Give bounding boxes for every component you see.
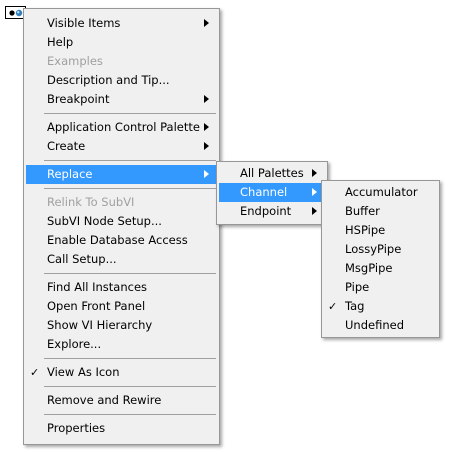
replace-submenu: All Palettes Channel Endpoint — [216, 161, 328, 225]
menu-item-properties[interactable]: Properties — [26, 419, 217, 438]
menu-separator — [44, 160, 216, 161]
menu-item-undefined[interactable]: Undefined — [324, 316, 437, 335]
menu-item-label: Endpoint — [240, 204, 292, 218]
menu-item-create[interactable]: Create — [26, 137, 217, 156]
menu-item-label: Relink To SubVI — [47, 195, 135, 209]
menu-item-breakpoint[interactable]: Breakpoint — [26, 90, 217, 109]
submenu-arrow-icon — [312, 188, 317, 196]
menu-separator — [44, 414, 216, 415]
menu-separator — [44, 113, 216, 114]
channel-submenu: Accumulator Buffer HSPipe LossyPipe MsgP… — [321, 180, 440, 338]
submenu-arrow-icon — [204, 170, 209, 178]
menu-item-call-setup[interactable]: Call Setup... — [26, 250, 217, 269]
menu-item-help[interactable]: Help — [26, 33, 217, 52]
menu-item-label: HSPipe — [345, 223, 386, 237]
menu-item-buffer[interactable]: Buffer — [324, 202, 437, 221]
menu-separator — [44, 358, 216, 359]
menu-item-pipe[interactable]: Pipe — [324, 278, 437, 297]
menu-item-label: Accumulator — [345, 185, 418, 199]
menu-item-label: Create — [47, 139, 86, 153]
menu-separator — [44, 273, 216, 274]
menu-item-view-as-icon[interactable]: ✓ View As Icon — [26, 363, 217, 382]
checkmark-icon: ✓ — [30, 366, 40, 379]
menu-item-accumulator[interactable]: Accumulator — [324, 183, 437, 202]
menu-item-label: Application Control Palette — [47, 120, 200, 134]
menu-item-open-front-panel[interactable]: Open Front Panel — [26, 297, 217, 316]
menu-item-label: Buffer — [345, 204, 380, 218]
menu-item-description-and-tip[interactable]: Description and Tip... — [26, 71, 217, 90]
menu-item-msgpipe[interactable]: MsgPipe — [324, 259, 437, 278]
menu-item-label: Call Setup... — [47, 252, 117, 266]
menu-item-label: Explore... — [47, 337, 102, 351]
menu-item-label: View As Icon — [47, 365, 120, 379]
menu-item-hspipe[interactable]: HSPipe — [324, 221, 437, 240]
menu-item-tag[interactable]: ✓ Tag — [324, 297, 437, 316]
menu-item-all-palettes[interactable]: All Palettes — [219, 164, 325, 183]
menu-item-show-vi-hierarchy[interactable]: Show VI Hierarchy — [26, 316, 217, 335]
submenu-arrow-icon — [312, 169, 317, 177]
menu-item-label: Examples — [47, 54, 103, 68]
menu-item-subvi-node-setup[interactable]: SubVI Node Setup... — [26, 212, 217, 231]
menu-item-relink-to-subvi: Relink To SubVI — [26, 193, 217, 212]
menu-item-visible-items[interactable]: Visible Items — [26, 14, 217, 33]
menu-item-label: Open Front Panel — [47, 299, 146, 313]
menu-item-remove-and-rewire[interactable]: Remove and Rewire — [26, 391, 217, 410]
menu-item-label: Channel — [240, 185, 288, 199]
menu-item-label: Enable Database Access — [47, 233, 188, 247]
menu-item-label: Remove and Rewire — [47, 393, 162, 407]
menu-item-application-control-palette[interactable]: Application Control Palette — [26, 118, 217, 137]
menu-item-lossypipe[interactable]: LossyPipe — [324, 240, 437, 259]
checkmark-icon: ✓ — [328, 300, 338, 313]
menu-item-find-all-instances[interactable]: Find All Instances — [26, 278, 217, 297]
submenu-arrow-icon — [204, 19, 209, 27]
menu-item-label: All Palettes — [240, 166, 304, 180]
menu-item-label: Show VI Hierarchy — [47, 318, 153, 332]
submenu-arrow-icon — [204, 142, 209, 150]
menu-item-examples: Examples — [26, 52, 217, 71]
submenu-arrow-icon — [312, 207, 317, 215]
menu-item-endpoint[interactable]: Endpoint — [219, 202, 325, 221]
menu-item-label: Replace — [47, 167, 93, 181]
menu-item-label: SubVI Node Setup... — [47, 214, 162, 228]
menu-separator — [44, 188, 216, 189]
menu-item-enable-database-access[interactable]: Enable Database Access — [26, 231, 217, 250]
menu-item-explore[interactable]: Explore... — [26, 335, 217, 354]
menu-item-label: Pipe — [345, 280, 370, 294]
menu-item-label: Visible Items — [47, 16, 121, 30]
menu-item-label: MsgPipe — [345, 261, 393, 275]
menu-item-label: Help — [47, 35, 74, 49]
menu-item-label: Breakpoint — [47, 92, 110, 106]
context-menu: Visible Items Help Examples Description … — [23, 8, 220, 445]
menu-item-label: Find All Instances — [47, 280, 148, 294]
menu-item-replace[interactable]: Replace — [26, 165, 217, 184]
submenu-arrow-icon — [204, 123, 209, 131]
menu-item-channel[interactable]: Channel — [219, 183, 325, 202]
menu-item-label: Description and Tip... — [47, 73, 170, 87]
menu-item-label: Properties — [47, 421, 106, 435]
submenu-arrow-icon — [204, 95, 209, 103]
menu-item-label: Undefined — [345, 318, 404, 332]
menu-item-label: LossyPipe — [345, 242, 402, 256]
menu-item-label: Tag — [345, 299, 365, 313]
menu-separator — [44, 386, 216, 387]
